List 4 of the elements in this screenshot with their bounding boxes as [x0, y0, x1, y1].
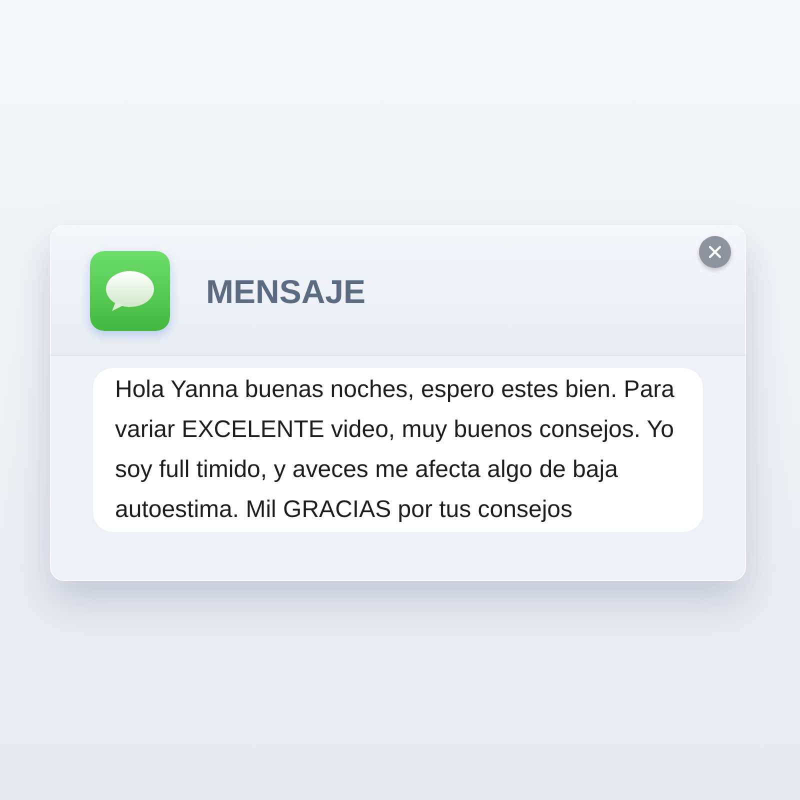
notification-title: MENSAJE	[206, 272, 366, 312]
message-text: Hola Yanna buenas noches, espero estes bien. Para variar EXCELENTE video, muy buenos consejos. Yo soy full timido, y aveces me afecta algo de baja autoestima. Mil GRACIAS por tus consejos	[93, 368, 703, 532]
speech-bubble-icon	[90, 250, 170, 330]
close-icon	[709, 246, 721, 258]
